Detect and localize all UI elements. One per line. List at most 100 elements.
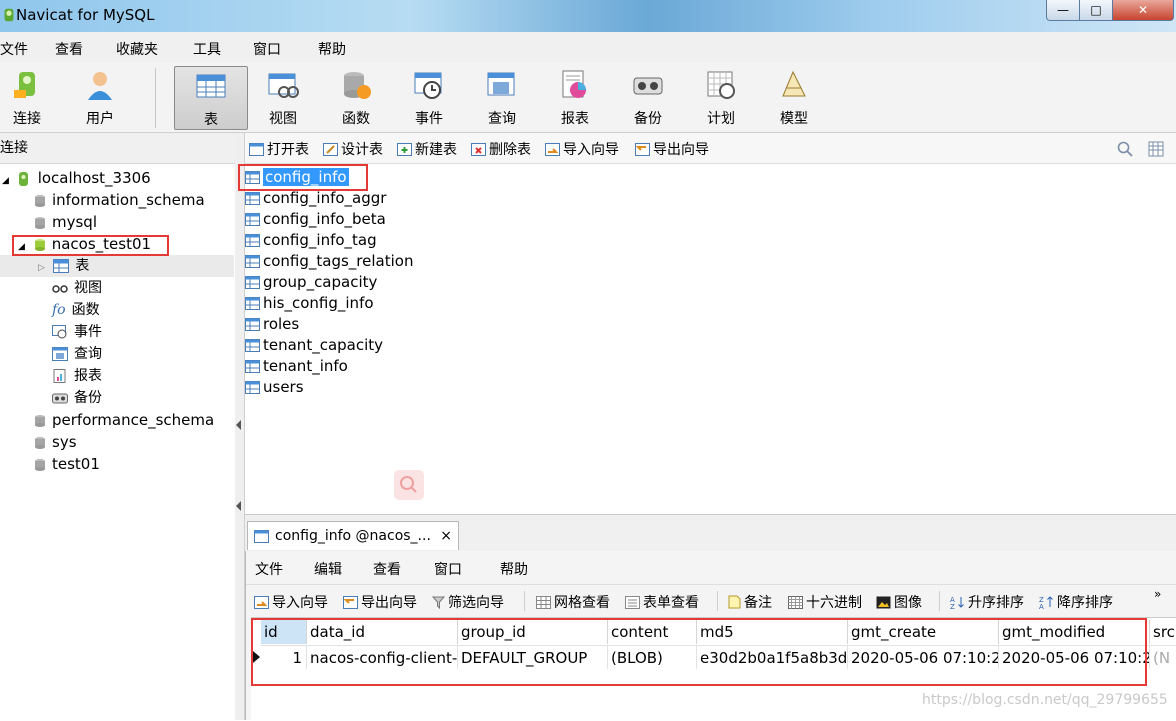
maximize-button[interactable]: □ xyxy=(1079,0,1113,21)
tree-connection-localhost[interactable]: ◢ localhost_3306 xyxy=(2,167,151,189)
grid-header-group-id[interactable]: group_id xyxy=(458,620,608,644)
search-icon[interactable] xyxy=(1117,141,1133,157)
editor-sort-asc-button[interactable]: A Z 升序排序 xyxy=(950,592,1024,612)
expand-arrow-icon[interactable]: ▷ xyxy=(38,263,45,273)
editor-import-button[interactable]: 导入向导 xyxy=(254,592,328,612)
grid-cell-md5[interactable]: e30d2b0a1f5a8b3de xyxy=(697,645,848,669)
tree-node-views[interactable]: 视图 xyxy=(52,277,102,299)
toolbar-query-button[interactable]: 查询 xyxy=(466,66,538,128)
menu-favorites[interactable]: 收藏夹 xyxy=(116,39,158,59)
tree-node-tables[interactable]: ▷ 表 xyxy=(0,255,234,277)
collapse-left-arrow-icon[interactable] xyxy=(236,501,241,511)
tree-node-functions[interactable]: fo 函数 xyxy=(52,299,100,321)
editor-menu-file[interactable]: 文件 xyxy=(255,559,283,579)
menu-view[interactable]: 查看 xyxy=(55,39,83,59)
user-icon xyxy=(88,72,112,100)
memo-icon xyxy=(728,595,741,609)
object-config-info-aggr[interactable]: config_info_aggr xyxy=(245,188,386,209)
editor-menu-help[interactable]: 帮助 xyxy=(500,559,528,579)
tree-node-events[interactable]: 事件 xyxy=(52,321,102,343)
toolbar-schedule-button[interactable]: 计划 xyxy=(685,66,757,128)
grid-header-src[interactable]: src xyxy=(1150,620,1176,644)
object-config-tags-relation[interactable]: config_tags_relation xyxy=(245,251,413,272)
collapse-left-arrow-icon[interactable] xyxy=(236,420,241,430)
toolbar-function-button[interactable]: 函数 xyxy=(320,66,392,128)
grid-view-icon[interactable] xyxy=(1148,141,1164,157)
grid-cell-group-id[interactable]: DEFAULT_GROUP xyxy=(458,645,608,669)
editor-hex-button[interactable]: 十六进制 xyxy=(788,592,862,612)
menu-help[interactable]: 帮助 xyxy=(318,39,346,59)
tree-db-sys[interactable]: sys xyxy=(34,431,77,453)
object-users[interactable]: users xyxy=(245,377,304,398)
tab-config-info[interactable]: config_info @nacos_... × xyxy=(247,521,459,550)
tree-node-backups[interactable]: 备份 xyxy=(52,387,102,409)
editor-export-button[interactable]: 导出向导 xyxy=(343,592,417,612)
grid-header-content[interactable]: content xyxy=(608,620,697,644)
toolbar-event-button[interactable]: 事件 xyxy=(393,66,465,128)
import-wizard-button[interactable]: 导入向导 xyxy=(545,139,619,159)
delete-table-icon xyxy=(471,143,486,156)
object-config-info-beta[interactable]: config_info_beta xyxy=(245,209,386,230)
tree-node-queries[interactable]: 查询 xyxy=(52,343,102,365)
tree-db-nacos-test01[interactable]: ◢ nacos_test01 xyxy=(18,233,151,255)
tab-close-icon[interactable]: × xyxy=(440,522,452,550)
new-table-button[interactable]: 新建表 xyxy=(397,139,457,159)
editor-menu-window[interactable]: 窗口 xyxy=(434,559,462,579)
minimize-button[interactable]: — xyxy=(1046,0,1080,21)
object-config-info[interactable]: config_info xyxy=(245,167,349,188)
grid-cell-content[interactable]: (BLOB) xyxy=(608,645,697,669)
grid-header-md5[interactable]: md5 xyxy=(697,620,848,644)
editor-sort-desc-button[interactable]: Z A 降序排序 xyxy=(1039,592,1113,612)
table-icon xyxy=(245,381,260,394)
editor-image-button[interactable]: 图像 xyxy=(876,592,922,612)
object-roles[interactable]: roles xyxy=(245,314,299,335)
toolbar-model-button[interactable]: 模型 xyxy=(758,66,830,128)
editor-menu-view[interactable]: 查看 xyxy=(373,559,401,579)
editor-grid-view-button[interactable]: 网格查看 xyxy=(536,592,610,612)
tree-db-performance-schema[interactable]: performance_schema xyxy=(34,409,214,431)
grid-header-gmt-create[interactable]: gmt_create xyxy=(848,620,999,644)
tree-db-mysql[interactable]: mysql xyxy=(34,211,97,233)
expand-arrow-icon[interactable]: ◢ xyxy=(2,176,9,186)
editor-menu-edit[interactable]: 编辑 xyxy=(314,559,342,579)
menu-tools[interactable]: 工具 xyxy=(193,39,221,59)
delete-table-button[interactable]: 删除表 xyxy=(471,139,531,159)
floating-search-icon[interactable] xyxy=(394,470,424,500)
grid-header-data-id[interactable]: data_id xyxy=(307,620,458,644)
editor-form-view-button[interactable]: 表单查看 xyxy=(625,592,699,612)
vertical-splitter[interactable] xyxy=(235,133,245,720)
toolbar-view-button[interactable]: 视图 xyxy=(247,66,319,128)
grid-cell-gmt-modified[interactable]: 2020-05-06 07:10:23 xyxy=(999,645,1150,669)
menu-window[interactable]: 窗口 xyxy=(253,39,281,59)
toolbar-table-button[interactable]: 表 xyxy=(174,66,248,130)
open-table-button[interactable]: 打开表 xyxy=(249,139,309,159)
object-his-config-info[interactable]: his_config_info xyxy=(245,293,374,314)
toolbar-connect-button[interactable]: 连接 xyxy=(0,66,63,128)
object-group-capacity[interactable]: group_capacity xyxy=(245,272,377,293)
export-wizard-button[interactable]: 导出向导 xyxy=(635,139,709,159)
grid-cell-src[interactable]: (N xyxy=(1150,645,1176,669)
grid-cell-data-id[interactable]: nacos-config-client- xyxy=(307,645,458,669)
object-config-info-tag[interactable]: config_info_tag xyxy=(245,230,377,251)
menu-file[interactable]: 文件 xyxy=(0,39,28,59)
toolbar-report-button[interactable]: 报表 xyxy=(539,66,611,128)
tree-node-reports[interactable]: 报表 xyxy=(52,365,102,387)
editor-filter-button[interactable]: 筛选向导 xyxy=(431,592,504,612)
toolbar-user-button[interactable]: 用户 xyxy=(64,66,136,128)
close-button[interactable]: ✕ xyxy=(1112,0,1174,21)
object-tenant-info[interactable]: tenant_info xyxy=(245,356,348,377)
expand-arrow-icon[interactable]: ◢ xyxy=(18,242,25,252)
design-table-button[interactable]: 设计表 xyxy=(323,139,383,159)
grid-header-gmt-modified[interactable]: gmt_modified xyxy=(999,620,1150,644)
tree-db-information-schema[interactable]: information_schema xyxy=(34,189,205,211)
function-icon xyxy=(344,72,371,99)
toolbar-overflow-icon[interactable]: » xyxy=(1154,587,1161,601)
tree-db-test01[interactable]: test01 xyxy=(34,453,100,475)
grid-icon xyxy=(536,596,551,609)
grid-header-id[interactable]: id xyxy=(261,620,307,644)
grid-cell-gmt-create[interactable]: 2020-05-06 07:10:23 xyxy=(848,645,999,669)
editor-memo-button[interactable]: 备注 xyxy=(728,592,772,612)
toolbar-backup-button[interactable]: 备份 xyxy=(612,66,684,128)
object-tenant-capacity[interactable]: tenant_capacity xyxy=(245,335,383,356)
grid-cell-id[interactable]: 1 xyxy=(261,645,307,669)
